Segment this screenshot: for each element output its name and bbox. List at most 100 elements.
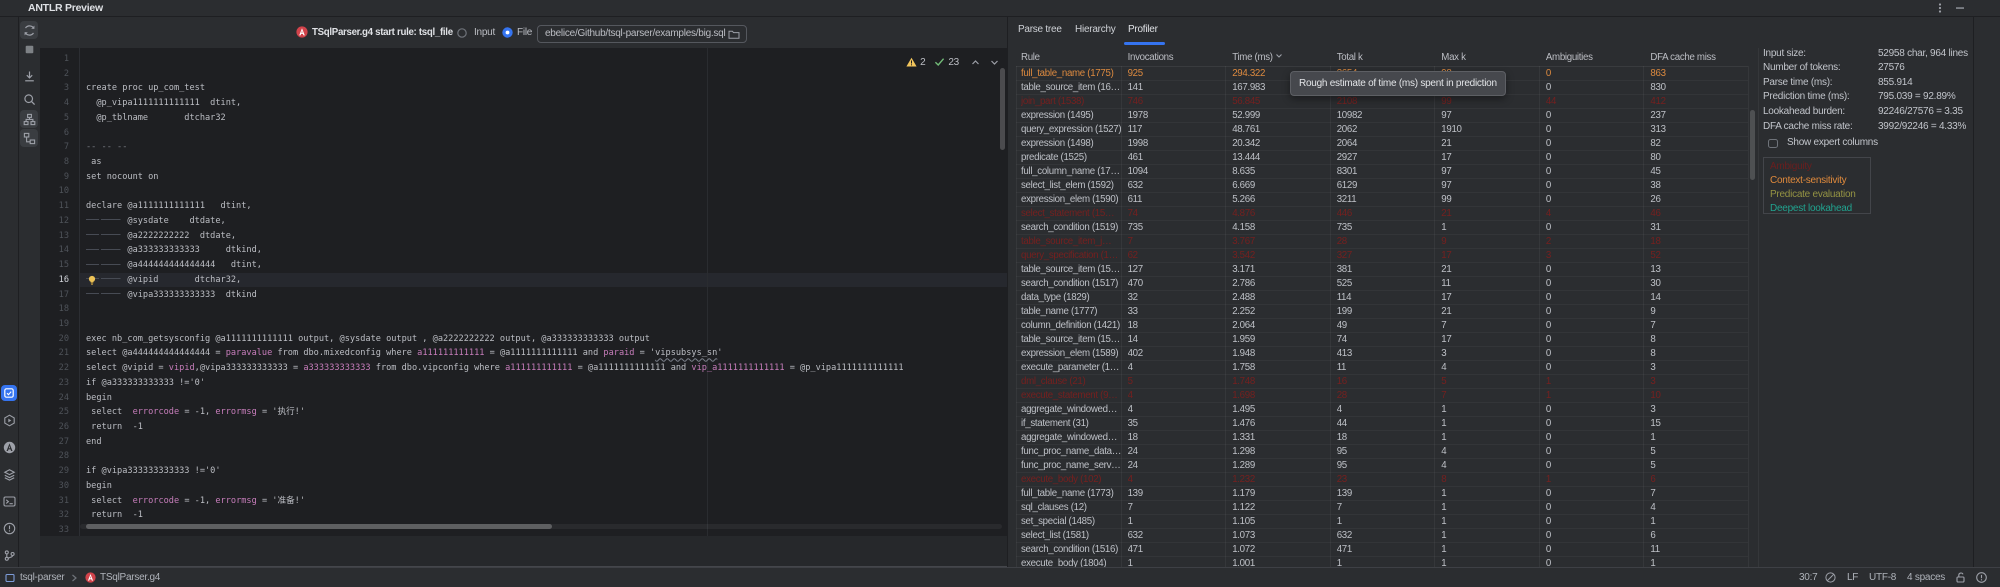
table-row[interactable]: select_statement (15…744.87644621446: [1016, 207, 1748, 221]
code-line-11[interactable]: declare @a1111111111111 dtint,: [86, 199, 252, 214]
code-line-22[interactable]: select @vipid = vipid,@vipa333333333333 …: [86, 361, 904, 376]
table-row[interactable]: sql_clauses (12)71.1227104: [1016, 501, 1748, 515]
toolbar-hierarchy-icon[interactable]: [20, 110, 38, 128]
code-line-25[interactable]: select errorcode = -1, errormsg = '执行!': [86, 405, 305, 420]
show-expert-columns-label[interactable]: Show expert columns: [1787, 136, 1878, 150]
activity-layers-icon[interactable]: [1, 467, 17, 483]
caret-position[interactable]: 30:7: [1799, 568, 1817, 587]
input-radio[interactable]: [457, 28, 467, 38]
code-line-24[interactable]: begin: [86, 391, 112, 406]
code-line-15[interactable]: @a444444444444444 dtint,: [86, 258, 262, 273]
table-row[interactable]: search_condition (1517)4702.78652511030: [1016, 277, 1748, 291]
toolbar-refresh-icon[interactable]: [20, 21, 38, 39]
table-row[interactable]: column_definition (1421)182.06449707: [1016, 319, 1748, 333]
table-row[interactable]: select_list_elem (1592)6326.669612997038: [1016, 179, 1748, 193]
activity-services-icon[interactable]: [1, 413, 17, 429]
activity-terminal-icon[interactable]: [1, 494, 17, 510]
code-editor[interactable]: 123create proc up_com_test4 @p_vipa11111…: [40, 48, 1007, 536]
indent-setting[interactable]: 4 spaces: [1907, 568, 1945, 587]
tab-hierarchy[interactable]: Hierarchy: [1075, 16, 1116, 43]
error-indicator-icon[interactable]: [1975, 568, 1988, 587]
toolbar-zoom-icon[interactable]: [20, 90, 38, 108]
table-row[interactable]: aggregate_windowed…181.33118101: [1016, 431, 1748, 445]
table-row[interactable]: expression_elem (1589)4021.948413308: [1016, 347, 1748, 361]
input-radio-label[interactable]: Input: [474, 16, 495, 48]
code-line-16[interactable]: @vipid dtchar32,: [86, 273, 241, 288]
prev-chevron-icon[interactable]: [971, 58, 980, 67]
toolbar-stop-icon[interactable]: [20, 40, 38, 58]
file-path-value[interactable]: ebelice/Github/tsql-parser/examples/big.…: [545, 26, 725, 43]
table-row[interactable]: func_proc_name_serv…241.28995405: [1016, 459, 1748, 473]
code-line-12[interactable]: @sysdate dtdate,: [86, 214, 226, 229]
table-row[interactable]: table_source_item_j…73.767289218: [1016, 235, 1748, 249]
table-row[interactable]: table_name (1777)332.2521992109: [1016, 305, 1748, 319]
toolbar-structure-icon[interactable]: [20, 129, 38, 147]
code-line-3[interactable]: create proc up_com_test: [86, 81, 205, 96]
highlight-off-icon[interactable]: [1824, 568, 1837, 587]
code-line-31[interactable]: select errorcode = -1, errormsg = '准备!': [86, 494, 305, 509]
code-line-7[interactable]: -- -- --: [86, 140, 127, 155]
code-line-4[interactable]: @p_vipa1111111111111 dtint,: [86, 96, 241, 111]
column-header-max-k[interactable]: Max k: [1441, 50, 1465, 66]
code-line-9[interactable]: set nocount on: [86, 170, 158, 185]
breadcrumb-file[interactable]: TSqlParser.g4: [100, 568, 160, 587]
table-row[interactable]: expression_elem (1590)6115.266321199026: [1016, 193, 1748, 207]
code-line-14[interactable]: @a333333333333 dtkind,: [86, 243, 262, 258]
activity-antlr-preview-icon[interactable]: [1, 385, 17, 401]
next-chevron-icon[interactable]: [990, 58, 999, 67]
code-line-13[interactable]: @a2222222222 dtdate,: [86, 229, 236, 244]
table-row[interactable]: set_special (1485)11.1051101: [1016, 515, 1748, 529]
lock-open-icon[interactable]: [1954, 568, 1967, 587]
table-row[interactable]: data_type (1829)322.48811417014: [1016, 291, 1748, 305]
code-line-32[interactable]: return -1: [86, 508, 143, 523]
table-row[interactable]: full_table_name (1773)1391.179139107: [1016, 487, 1748, 501]
editor-horizontal-scrollbar[interactable]: [86, 524, 552, 529]
table-row[interactable]: aggregate_windowed…41.4954103: [1016, 403, 1748, 417]
table-row[interactable]: expression (1495)197852.99910982970237: [1016, 109, 1748, 123]
column-header-rule[interactable]: Rule: [1021, 50, 1040, 66]
inspection-widget[interactable]: 2 23: [906, 56, 999, 68]
code-line-27[interactable]: end: [86, 435, 102, 450]
activity-antlr-circle-icon[interactable]: [1, 440, 17, 456]
table-row[interactable]: expression (1498)199820.342206421082: [1016, 137, 1748, 151]
code-line-5[interactable]: @p_tblname dtchar32: [86, 111, 226, 126]
table-row[interactable]: execute_body (102)41.23223816: [1016, 473, 1748, 487]
column-header-time-ms-[interactable]: Time (ms): [1232, 50, 1283, 66]
tab-parse-tree[interactable]: Parse tree: [1018, 16, 1062, 43]
column-header-ambiguities[interactable]: Ambiguities: [1546, 50, 1593, 66]
table-row[interactable]: execute_parameter (1…41.75811403: [1016, 361, 1748, 375]
code-line-20[interactable]: exec nb_com_getsysconfig @a1111111111111…: [86, 332, 650, 347]
table-row[interactable]: if_statement (31)351.476441015: [1016, 417, 1748, 431]
table-row[interactable]: execute_body (1804)11.0011101: [1016, 557, 1748, 567]
toolbar-export-icon[interactable]: [20, 67, 38, 85]
activity-problems-icon[interactable]: [1, 521, 17, 537]
folder-icon[interactable]: [728, 29, 740, 40]
table-row[interactable]: execute_statement (9…41.698287110: [1016, 389, 1748, 403]
encoding[interactable]: UTF-8: [1869, 568, 1896, 587]
column-header-dfa-cache-miss[interactable]: DFA cache miss: [1650, 50, 1715, 66]
table-row[interactable]: search_condition (1516)4711.0724711011: [1016, 543, 1748, 557]
line-ending[interactable]: LF: [1847, 568, 1858, 587]
table-row[interactable]: query_expression (1527)11748.76120621910…: [1016, 123, 1748, 137]
activity-branch-icon[interactable]: [1, 548, 17, 564]
ok-count[interactable]: 23: [948, 57, 959, 68]
hide-tool-window-icon[interactable]: [1954, 2, 1966, 14]
breadcrumb-project[interactable]: tsql-parser: [20, 568, 65, 587]
table-row[interactable]: func_proc_name_data…241.29895405: [1016, 445, 1748, 459]
table-row[interactable]: dml_clause (21)51.74816513: [1016, 375, 1748, 389]
file-radio[interactable]: [502, 27, 513, 38]
file-radio-label[interactable]: File: [517, 16, 532, 48]
kebab-menu-icon[interactable]: [1934, 2, 1946, 14]
table-row[interactable]: query_specification (1…623.54232717352: [1016, 249, 1748, 263]
code-line-29[interactable]: if @vipa333333333333 !='0': [86, 464, 221, 479]
file-path-field[interactable]: ebelice/Github/tsql-parser/examples/big.…: [537, 25, 747, 44]
tab-profiler[interactable]: Profiler: [1128, 16, 1158, 43]
table-row[interactable]: select_list (1581)6321.073632106: [1016, 529, 1748, 543]
code-line-17[interactable]: @vipa333333333333 dtkind: [86, 288, 257, 303]
table-row[interactable]: table_source_item (15…141.959741708: [1016, 333, 1748, 347]
warning-count[interactable]: 2: [920, 57, 925, 68]
table-row[interactable]: join_part (1538)74656.84521089944412: [1016, 95, 1748, 109]
column-header-invocations[interactable]: Invocations: [1128, 50, 1174, 66]
module-icon[interactable]: [5, 568, 15, 587]
code-line-30[interactable]: begin: [86, 479, 112, 494]
